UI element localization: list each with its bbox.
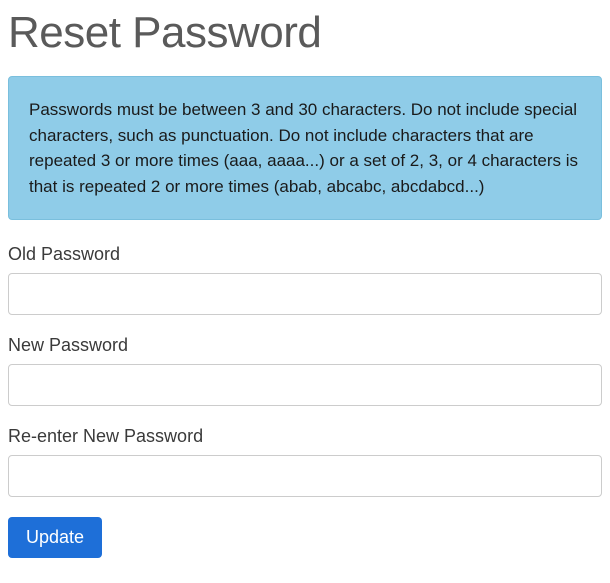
- old-password-label: Old Password: [8, 244, 602, 265]
- page-title: Reset Password: [8, 8, 602, 58]
- password-rules-info: Passwords must be between 3 and 30 chara…: [8, 76, 602, 220]
- reenter-password-input[interactable]: [8, 455, 602, 497]
- old-password-input[interactable]: [8, 273, 602, 315]
- old-password-group: Old Password: [8, 244, 602, 315]
- new-password-group: New Password: [8, 335, 602, 406]
- reenter-password-group: Re-enter New Password: [8, 426, 602, 497]
- update-button[interactable]: Update: [8, 517, 102, 558]
- reenter-password-label: Re-enter New Password: [8, 426, 602, 447]
- new-password-input[interactable]: [8, 364, 602, 406]
- new-password-label: New Password: [8, 335, 602, 356]
